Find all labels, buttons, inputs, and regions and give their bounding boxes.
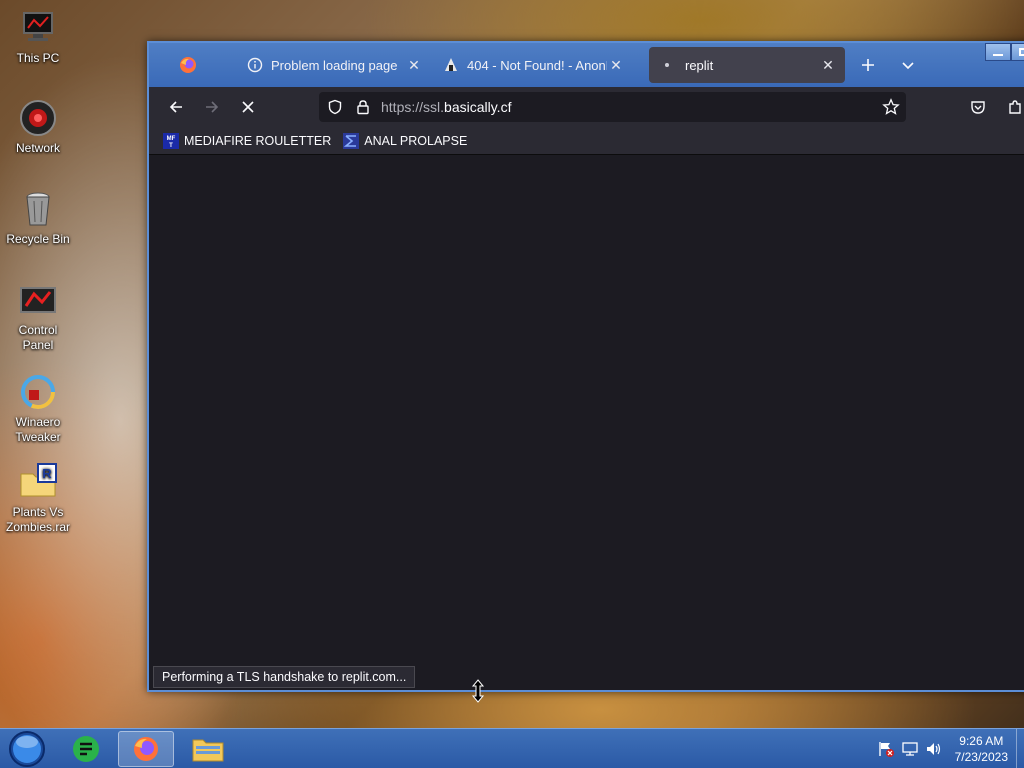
- chevron-down-icon: [902, 62, 914, 70]
- rar-archive-icon: R: [20, 463, 57, 497]
- control-panel-icon: [20, 287, 56, 313]
- stop-button[interactable]: [233, 92, 263, 122]
- status-panel: Performing a TLS handshake to replit.com…: [153, 666, 416, 688]
- bookmark-label: MEDIAFIRE ROULETTER: [184, 133, 332, 148]
- desktop-icon-this-pc[interactable]: This PC: [2, 8, 74, 66]
- arrow-left-icon: [169, 101, 182, 113]
- desktop-icon-label: This PC: [16, 51, 60, 65]
- taskbar-firefox[interactable]: [118, 731, 174, 767]
- desktop-icon-label: Control Panel: [18, 323, 58, 352]
- extensions-button[interactable]: [1000, 92, 1024, 122]
- maximize-icon: [1019, 48, 1024, 56]
- desktop-icon-label: Plants Vs Zombies.rar: [5, 505, 70, 534]
- puzzle-icon: [1009, 100, 1021, 114]
- taskbar: 9:26 AM 7/23/2023: [0, 728, 1024, 768]
- volume-icon[interactable]: [925, 740, 943, 758]
- bookmark-label: ANAL PROLAPSE: [364, 133, 468, 148]
- new-tab-button[interactable]: [853, 50, 883, 80]
- notes-app-icon: [73, 736, 99, 762]
- status-text: Performing a TLS handshake to replit.com…: [162, 670, 407, 684]
- pocket-icon: [971, 101, 985, 114]
- list-all-tabs-button[interactable]: [893, 50, 923, 80]
- bookmarks-toolbar: MF T MEDIAFIRE ROULETTER ANAL PROLAPSE: [149, 127, 1024, 155]
- network-status-icon[interactable]: [901, 740, 919, 758]
- mediafire-icon: MF T: [163, 132, 179, 149]
- desktop-icon-plants-vs-zombies[interactable]: R Plants Vs Zombies.rar: [2, 462, 74, 535]
- browser-window: Problem loading page ✕ 404 - Not Found! …: [147, 41, 1024, 692]
- pocket-button[interactable]: [963, 92, 993, 122]
- svg-text:MF: MF: [167, 136, 176, 142]
- desktop-icon-winaero-tweaker[interactable]: Winaero Tweaker: [2, 372, 74, 445]
- loading-dot-icon: [665, 63, 669, 67]
- lock-icon[interactable]: [355, 99, 371, 115]
- tab-404-anonfiles[interactable]: 404 - Not Found! - AnonFi ✕: [431, 47, 633, 83]
- forward-button[interactable]: [197, 92, 227, 122]
- tab-label: replit: [685, 57, 714, 73]
- desktop-icon-control-panel[interactable]: Control Panel: [2, 280, 74, 353]
- computer-icon: [23, 12, 53, 41]
- desktop-icon-label: Network: [15, 141, 60, 155]
- bookmark-mediafire-rouletter[interactable]: MF T MEDIAFIRE ROULETTER: [163, 132, 332, 149]
- clock-time: 9:26 AM: [959, 734, 1004, 748]
- close-icon[interactable]: ✕: [405, 56, 423, 74]
- url-domain: basically.cf: [444, 99, 512, 115]
- arrow-right-icon: [206, 101, 219, 113]
- shield-icon[interactable]: [327, 99, 343, 115]
- minimize-button[interactable]: [985, 43, 1011, 61]
- tab-replit[interactable]: replit ✕: [649, 47, 845, 83]
- taskbar-notes-app[interactable]: [58, 731, 114, 767]
- star-icon[interactable]: [882, 98, 900, 116]
- navigation-toolbar: https://ssl.basically.cf: [149, 87, 1024, 127]
- show-desktop-button[interactable]: [1016, 729, 1024, 768]
- desktop-icon-recycle-bin[interactable]: Recycle Bin: [2, 189, 74, 247]
- firefox-icon: [134, 737, 158, 761]
- winaero-tweaker-icon: [21, 375, 55, 409]
- desktop-icon-label: Recycle Bin: [6, 232, 70, 246]
- close-icon[interactable]: ✕: [607, 56, 625, 74]
- url-bar[interactable]: https://ssl.basically.cf: [319, 92, 906, 122]
- svg-text:T: T: [169, 143, 173, 149]
- svg-text:R: R: [42, 466, 52, 481]
- action-center-flag-icon[interactable]: [877, 740, 895, 758]
- tab-problem-loading[interactable]: Problem loading page ✕: [235, 47, 431, 83]
- url-prefix: https://ssl.: [381, 99, 445, 115]
- tab-label: 404 - Not Found! - AnonFi: [467, 57, 607, 73]
- tab-label: Problem loading page: [271, 57, 398, 73]
- start-orb-icon: [9, 731, 45, 767]
- anonfiles-icon: [445, 58, 457, 71]
- firefox-view-button[interactable]: [163, 47, 213, 83]
- recycle-bin-icon: [26, 192, 50, 226]
- clock[interactable]: 9:26 AM 7/23/2023: [955, 733, 1008, 765]
- bookmark-sigma-icon: [343, 132, 360, 149]
- info-icon: [247, 57, 263, 73]
- close-icon: [242, 101, 254, 113]
- window-controls: [985, 43, 1024, 63]
- system-tray: 9:26 AM 7/23/2023: [877, 729, 1024, 768]
- url-text: https://ssl.basically.cf: [381, 99, 511, 115]
- desktop-icon-network[interactable]: Network: [2, 98, 74, 156]
- taskbar-file-explorer[interactable]: [180, 731, 236, 767]
- minimize-icon: [993, 54, 1003, 56]
- firefox-icon: [180, 57, 196, 73]
- resize-cursor-icon: [471, 679, 485, 703]
- page-content: Performing a TLS handshake to replit.com…: [149, 155, 1024, 690]
- bookmark-anal-prolapse[interactable]: ANAL PROLAPSE: [343, 132, 468, 149]
- plus-icon: [862, 59, 874, 71]
- close-icon[interactable]: ✕: [819, 56, 837, 74]
- tab-bar: Problem loading page ✕ 404 - Not Found! …: [149, 43, 1024, 87]
- back-button[interactable]: [161, 92, 191, 122]
- start-button[interactable]: [0, 731, 54, 767]
- network-icon: [20, 100, 56, 136]
- folder-icon: [192, 739, 224, 762]
- maximize-button[interactable]: [1011, 43, 1024, 61]
- desktop-icon-label: Winaero Tweaker: [15, 415, 61, 444]
- clock-date: 7/23/2023: [954, 750, 1008, 764]
